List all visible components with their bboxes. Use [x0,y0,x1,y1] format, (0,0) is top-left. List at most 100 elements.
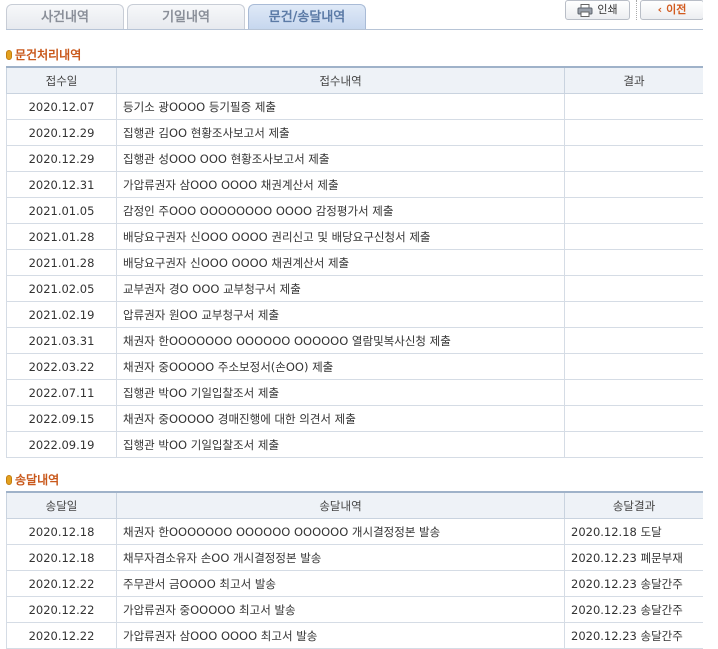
description-cell: 집행관 박OO 기일입찰조서 제출 [116,379,565,406]
date-cell: 2021.03.31 [6,327,117,354]
description-cell: 가압류권자 삼OOO OOOO 채권계산서 제출 [116,171,565,198]
tab-schedule-details[interactable]: 기일내역 [127,4,245,30]
result-cell [564,197,703,224]
date-cell: 2020.12.29 [6,119,117,146]
table-row: 2022.07.11 집행관 박OO 기일입찰조서 제출 [6,379,703,406]
result-cell: 2020.12.23 송달간주 [564,596,703,623]
description-cell: 교부권자 경O OOO 교부청구서 제출 [116,275,565,302]
deliveries-table: 송달일 송달내역 송달결과 2020.12.18 채권자 한OOOOOOO OOO… [6,491,703,649]
printer-icon [577,3,593,17]
tab-case-details[interactable]: 사건내역 [6,4,124,30]
date-cell: 2022.07.11 [6,379,117,406]
table-header-row: 접수일 접수내역 결과 [6,66,703,94]
table-row: 2021.01.28 배당요구권자 신OOO OOOO 채권계산서 제출 [6,249,703,276]
prev-button[interactable]: ‹ 이전 [640,0,704,20]
documents-section-heading: 문건처리내역 [6,47,81,63]
deliveries-section-heading: 송달내역 [6,472,59,488]
date-cell: 2020.12.31 [6,171,117,198]
result-cell [564,249,703,276]
tab-documents-deliveries[interactable]: 문건/송달내역 [248,4,366,30]
result-cell [564,145,703,172]
result-cell [564,93,703,120]
column-header: 송달일 [6,491,117,519]
table-row: 2020.12.18 채권자 한OOOOOOO OOOOOO OOOOOO 개시결… [6,518,703,545]
table-row: 2020.12.31 가압류권자 삼OOO OOOO 채권계산서 제출 [6,171,703,198]
description-cell: 채권자 중OOOOO 주소보정서(손OO) 제출 [116,353,565,380]
date-cell: 2020.12.18 [6,518,117,545]
description-cell: 주무관서 금OOOO 최고서 발송 [116,570,565,597]
result-cell: 2020.12.23 폐문부재 [564,544,703,571]
date-cell: 2022.09.19 [6,431,117,458]
table-row: 2020.12.22 주무관서 금OOOO 최고서 발송 2020.12.23 송달… [6,570,703,597]
table-header-row: 송달일 송달내역 송달결과 [6,491,703,519]
result-cell [564,431,703,458]
result-cell [564,379,703,406]
section-bullet-icon [6,50,12,60]
description-cell: 집행관 성OOO OOO 현황조사보고서 제출 [116,145,565,172]
table-row: 2020.12.18 채무자겸소유자 손OO 개시결정정본 발송 2020.12.2… [6,544,703,571]
content-panel: 문건처리내역 접수일 접수내역 결과 2020.12.07 등기소 광OOOO 등… [6,30,703,649]
column-header: 접수일 [6,66,117,94]
result-cell: 2020.12.23 송달간주 [564,622,703,649]
column-header: 송달결과 [564,491,703,519]
table-row: 2021.02.05 교부권자 경O OOO 교부청구서 제출 [6,275,703,302]
scrollbar[interactable] [703,0,718,649]
table-row: 2020.12.22 가압류권자 중OOOOO 최고서 발송 2020.12.23 … [6,596,703,623]
table-row: 2022.09.15 채권자 중OOOOO 경매진행에 대한 의견서 제출 [6,405,703,432]
date-cell: 2022.09.15 [6,405,117,432]
tab-bar: 사건내역 기일내역 문건/송달내역 인쇄 ‹ 이전 [0,0,718,32]
description-cell: 채권자 한OOOOOOO OOOOOO OOOOOO 개시결정정본 발송 [116,518,565,545]
result-cell [564,171,703,198]
date-cell: 2020.12.22 [6,596,117,623]
description-cell: 가압류권자 삼OOO OOOO 최고서 발송 [116,622,565,649]
deliveries-section-title: 송달내역 [15,473,60,487]
date-cell: 2022.03.22 [6,353,117,380]
print-button[interactable]: 인쇄 [565,0,630,20]
description-cell: 채권자 한OOOOOOO OOOOOO OOOOOO 열람및복사신청 제출 [116,327,565,354]
table-row: 2020.12.29 집행관 성OOO OOO 현황조사보고서 제출 [6,145,703,172]
date-cell: 2021.01.28 [6,249,117,276]
section-bullet-icon [6,475,12,485]
description-cell: 감정인 주OOO OOOOOOOO OOOO 감정평가서 제출 [116,197,565,224]
description-cell: 압류권자 원OO 교부청구서 제출 [116,301,565,328]
table-row: 2022.03.22 채권자 중OOOOO 주소보정서(손OO) 제출 [6,353,703,380]
table-row: 2020.12.22 가압류권자 삼OOO OOOO 최고서 발송 2020.12.… [6,622,703,649]
description-cell: 집행관 김OO 현황조사보고서 제출 [116,119,565,146]
description-cell: 등기소 광OOOO 등기필증 제출 [116,93,565,120]
print-label: 인쇄 [597,3,618,16]
description-cell: 가압류권자 중OOOOO 최고서 발송 [116,596,565,623]
date-cell: 2020.12.18 [6,544,117,571]
description-cell: 채권자 중OOOOO 경매진행에 대한 의견서 제출 [116,405,565,432]
table-row: 2020.12.07 등기소 광OOOO 등기필증 제출 [6,93,703,120]
date-cell: 2021.01.05 [6,197,117,224]
prev-label: 이전 [666,3,687,16]
date-cell: 2020.12.07 [6,93,117,120]
description-cell: 배당요구권자 신OOO OOOO 채권계산서 제출 [116,249,565,276]
result-cell [564,275,703,302]
result-cell [564,301,703,328]
date-cell: 2021.02.05 [6,275,117,302]
result-cell [564,119,703,146]
documents-table: 접수일 접수내역 결과 2020.12.07 등기소 광OOOO 등기필증 제출 2… [6,66,703,458]
result-cell [564,353,703,380]
column-header: 송달내역 [116,491,565,519]
date-cell: 2021.02.19 [6,301,117,328]
date-cell: 2020.12.22 [6,570,117,597]
table-row: 2021.01.28 배당요구권자 신OOO OOOO 권리신고 및 배당요구신청… [6,223,703,250]
result-cell: 2020.12.23 송달간주 [564,570,703,597]
column-header: 결과 [564,66,703,94]
result-cell [564,405,703,432]
description-cell: 집행관 박OO 기일입찰조서 제출 [116,431,565,458]
table-row: 2021.03.31 채권자 한OOOOOOO OOOOOO OOOOOO 열람및… [6,327,703,354]
description-cell: 배당요구권자 신OOO OOOO 권리신고 및 배당요구신청서 제출 [116,223,565,250]
column-header: 접수내역 [116,66,565,94]
result-cell [564,223,703,250]
table-row: 2021.01.05 감정인 주OOO OOOOOOOO OOOO 감정평가서 제… [6,197,703,224]
result-cell: 2020.12.18 도달 [564,518,703,545]
chevron-left-icon: ‹ [657,3,663,16]
date-cell: 2020.12.29 [6,145,117,172]
toolbar-divider [636,0,638,20]
table-row: 2020.12.29 집행관 김OO 현황조사보고서 제출 [6,119,703,146]
date-cell: 2020.12.22 [6,622,117,649]
description-cell: 채무자겸소유자 손OO 개시결정정본 발송 [116,544,565,571]
